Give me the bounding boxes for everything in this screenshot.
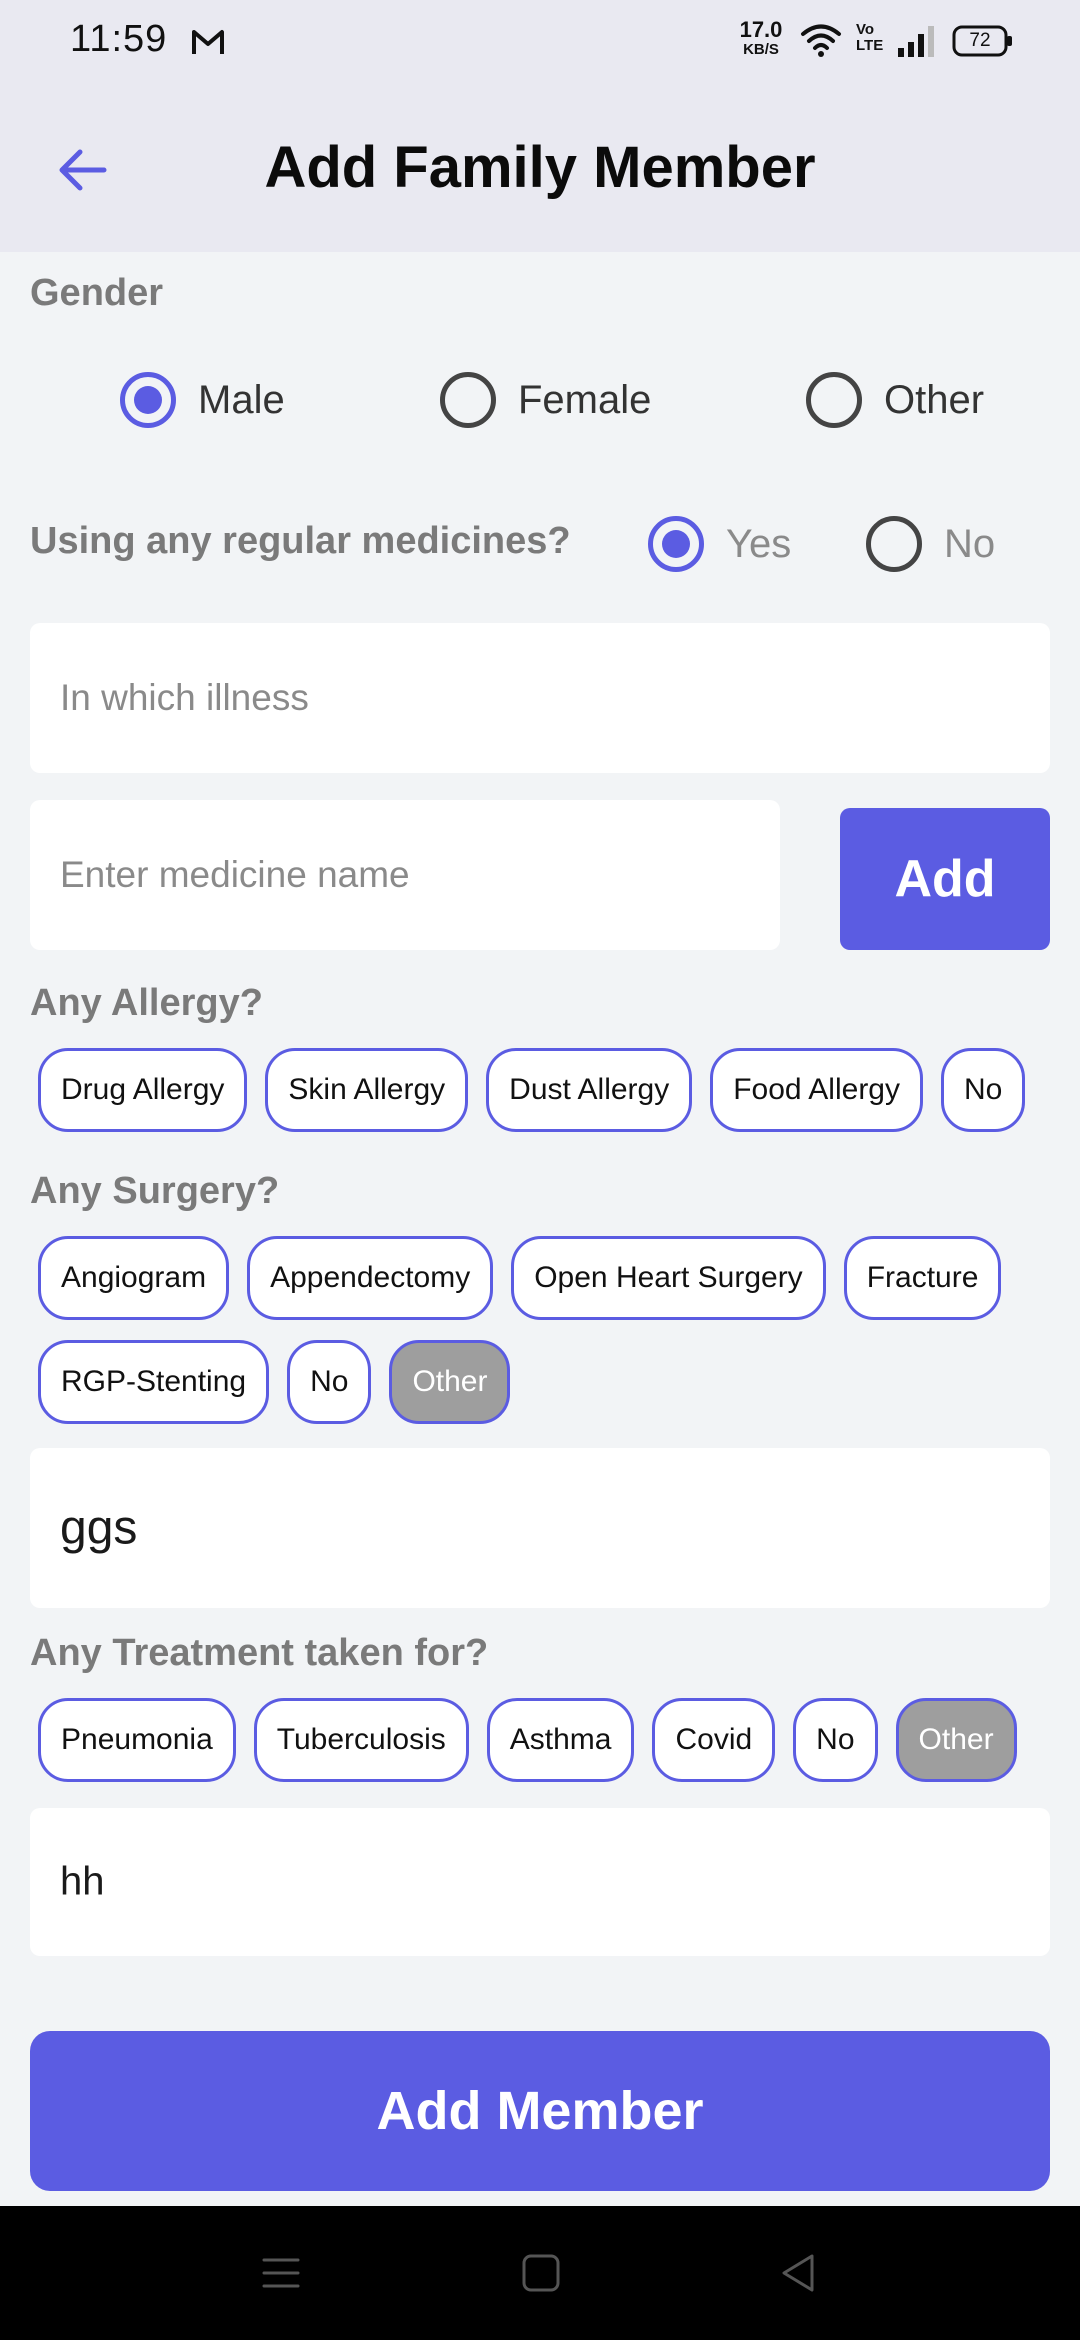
- treatment-chips: Pneumonia Tuberculosis Asthma Covid No O…: [38, 1698, 1058, 1782]
- surgery-chip-appendectomy[interactable]: Appendectomy: [247, 1236, 494, 1320]
- medicines-label: Using any regular medicines?: [30, 520, 571, 562]
- surgery-chip-other[interactable]: Other: [389, 1340, 511, 1424]
- volte-indicator: Vo LTE: [856, 21, 884, 54]
- allergy-chip-skin[interactable]: Skin Allergy: [265, 1048, 469, 1132]
- network-speed: 17.0 KB/S: [736, 17, 786, 60]
- status-time: 11:59: [70, 18, 168, 60]
- treatment-chip-other[interactable]: Other: [895, 1698, 1017, 1782]
- allergy-chip-dust[interactable]: Dust Allergy: [486, 1048, 693, 1132]
- gender-male-label: Male: [198, 377, 285, 422]
- network-speed-value: 17.0: [739, 17, 783, 42]
- medicines-no-label: No: [944, 521, 996, 566]
- radio-checked-icon: [120, 372, 176, 428]
- illness-input[interactable]: In which illness: [30, 623, 1050, 773]
- signal-icon: [898, 26, 934, 57]
- surgery-chip-open-heart[interactable]: Open Heart Surgery: [511, 1236, 826, 1320]
- status-bar: 11:59 17.0 KB/S Vo LTE 72: [0, 0, 1080, 84]
- treatment-chip-covid[interactable]: Covid: [652, 1698, 776, 1782]
- battery-icon: 72: [952, 24, 1014, 58]
- allergy-chip-no[interactable]: No: [941, 1048, 1026, 1132]
- treatment-chip-pneumonia[interactable]: Pneumonia: [38, 1698, 236, 1782]
- surgery-other-value: ggs: [60, 1501, 138, 1555]
- medicines-no-radio[interactable]: No: [866, 516, 995, 572]
- gender-female-label: Female: [518, 377, 652, 422]
- medicines-yes-label: Yes: [726, 521, 792, 566]
- home-square-icon[interactable]: [518, 2250, 564, 2296]
- gender-label: Gender: [30, 272, 164, 314]
- surgery-chip-no[interactable]: No: [287, 1340, 372, 1424]
- menu-icon[interactable]: [258, 2250, 304, 2296]
- surgery-chip-rgp-stenting[interactable]: RGP-Stenting: [38, 1340, 270, 1424]
- medicine-name-placeholder: Enter medicine name: [60, 854, 410, 895]
- illness-placeholder: In which illness: [60, 677, 309, 718]
- allergy-label: Any Allergy?: [30, 982, 263, 1024]
- treatment-chip-no[interactable]: No: [793, 1698, 878, 1782]
- treatment-chip-tuberculosis[interactable]: Tuberculosis: [253, 1698, 469, 1782]
- radio-unchecked-icon: [806, 372, 862, 428]
- gender-other-radio[interactable]: Other: [806, 372, 984, 428]
- surgery-label: Any Surgery?: [30, 1170, 280, 1212]
- gmail-icon: [192, 30, 224, 54]
- app-bar: Add Family Member: [0, 84, 1080, 252]
- treatment-other-input[interactable]: hh: [30, 1808, 1050, 1956]
- gender-male-radio[interactable]: Male: [120, 372, 285, 428]
- add-member-button[interactable]: Add Member: [30, 2031, 1050, 2191]
- radio-unchecked-icon: [440, 372, 496, 428]
- radio-checked-icon: [648, 516, 704, 572]
- allergy-chips: Drug Allergy Skin Allergy Dust Allergy F…: [38, 1048, 1058, 1132]
- radio-unchecked-icon: [866, 516, 922, 572]
- gender-other-label: Other: [884, 377, 985, 422]
- add-medicine-button[interactable]: Add: [840, 808, 1050, 950]
- surgery-other-input[interactable]: ggs: [30, 1448, 1050, 1608]
- medicine-name-input[interactable]: Enter medicine name: [30, 800, 780, 950]
- network-speed-unit: KB/S: [743, 41, 779, 58]
- medicines-yes-radio[interactable]: Yes: [648, 516, 791, 572]
- page-title: Add Family Member: [264, 135, 816, 200]
- allergy-chip-food[interactable]: Food Allergy: [710, 1048, 923, 1132]
- treatment-chip-asthma[interactable]: Asthma: [486, 1698, 635, 1782]
- battery-level: 72: [969, 30, 991, 51]
- system-nav-bar: [0, 2206, 1080, 2340]
- surgery-chip-angiogram[interactable]: Angiogram: [38, 1236, 230, 1320]
- surgery-chip-fracture[interactable]: Fracture: [843, 1236, 1002, 1320]
- treatment-label: Any Treatment taken for?: [30, 1632, 489, 1674]
- surgery-chips: Angiogram Appendectomy Open Heart Surger…: [38, 1236, 1038, 1424]
- treatment-other-value: hh: [60, 1859, 105, 1904]
- allergy-chip-drug[interactable]: Drug Allergy: [38, 1048, 248, 1132]
- gender-female-radio[interactable]: Female: [440, 372, 651, 428]
- wifi-icon: [801, 24, 841, 57]
- back-triangle-icon[interactable]: [776, 2250, 822, 2296]
